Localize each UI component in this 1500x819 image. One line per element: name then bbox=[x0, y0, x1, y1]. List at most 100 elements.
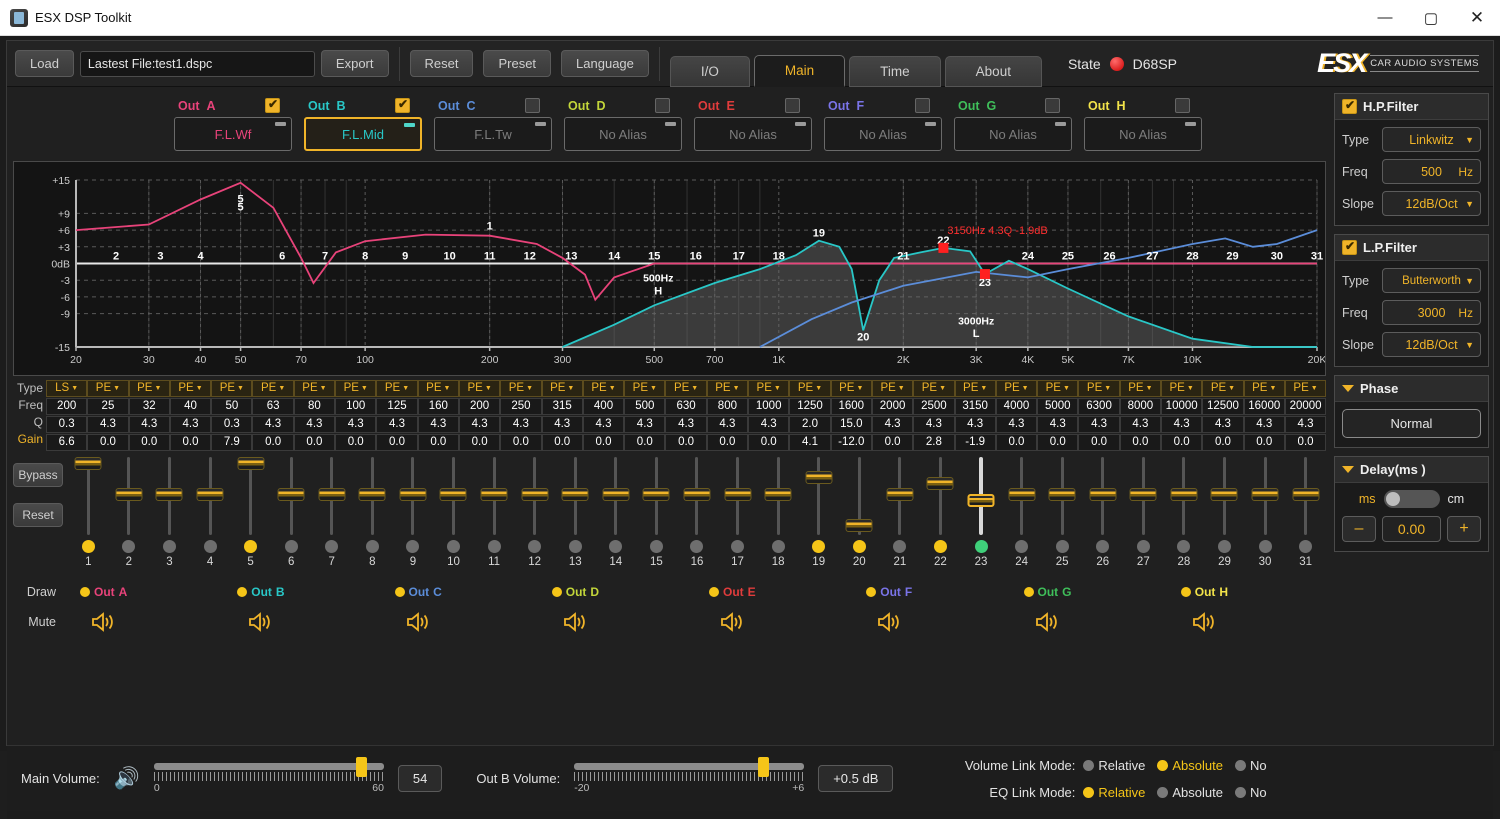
draw-toggle-dot[interactable] bbox=[80, 587, 90, 597]
output-enable-checkbox-C[interactable] bbox=[525, 98, 540, 113]
eq-slider-23[interactable]: 23 bbox=[961, 457, 1002, 577]
eq-q-24[interactable]: 4.3 bbox=[996, 416, 1037, 433]
eq-type-9[interactable]: PE▼ bbox=[376, 380, 417, 397]
draw-toggle-dot[interactable] bbox=[709, 587, 719, 597]
radio-dot[interactable] bbox=[1235, 760, 1246, 771]
eq-slider-21[interactable]: 21 bbox=[880, 457, 921, 577]
eq-slider-3[interactable]: 3 bbox=[149, 457, 190, 577]
volume-link-no[interactable]: No bbox=[1235, 758, 1267, 773]
eq-freq-15[interactable]: 500 bbox=[624, 398, 665, 415]
slider-track[interactable] bbox=[695, 457, 698, 535]
out-volume-slider[interactable]: -20 +6 bbox=[574, 763, 804, 794]
slider-indicator-dot[interactable] bbox=[1096, 540, 1109, 553]
slider-handle[interactable] bbox=[562, 488, 589, 501]
minimize-dash-icon[interactable] bbox=[1185, 122, 1196, 126]
tab-main[interactable]: Main bbox=[754, 55, 845, 87]
slider-handle[interactable] bbox=[1089, 488, 1116, 501]
eq-type-26[interactable]: PE▼ bbox=[1078, 380, 1119, 397]
out-volume-track[interactable] bbox=[574, 763, 804, 770]
slider-indicator-dot[interactable] bbox=[488, 540, 501, 553]
minimize-dash-icon[interactable] bbox=[795, 122, 806, 126]
eq-type-24[interactable]: PE▼ bbox=[996, 380, 1037, 397]
eq-slider-16[interactable]: 16 bbox=[677, 457, 718, 577]
slider-track[interactable] bbox=[655, 457, 658, 535]
eq-q-7[interactable]: 4.3 bbox=[294, 416, 335, 433]
eq-slider-17[interactable]: 17 bbox=[717, 457, 758, 577]
eq-q-2[interactable]: 4.3 bbox=[87, 416, 128, 433]
slider-indicator-dot[interactable] bbox=[1056, 540, 1069, 553]
eq-q-26[interactable]: 4.3 bbox=[1078, 416, 1119, 433]
slider-handle[interactable] bbox=[927, 477, 954, 490]
delay-unit-toggle[interactable] bbox=[1384, 490, 1440, 508]
radio-dot[interactable] bbox=[1083, 787, 1094, 798]
eq-gain-31[interactable]: 0.0 bbox=[1285, 434, 1326, 451]
slider-handle[interactable] bbox=[75, 457, 102, 470]
slider-handle[interactable] bbox=[521, 488, 548, 501]
eq-freq-24[interactable]: 4000 bbox=[996, 398, 1037, 415]
eq-q-30[interactable]: 4.3 bbox=[1244, 416, 1285, 433]
slider-handle[interactable] bbox=[440, 488, 467, 501]
eq-gain-8[interactable]: 0.0 bbox=[335, 434, 376, 451]
draw-item-D[interactable]: OutD bbox=[540, 585, 697, 599]
collapse-triangle-icon[interactable] bbox=[1342, 466, 1354, 473]
slider-handle[interactable] bbox=[1130, 488, 1157, 501]
speaker-icon[interactable] bbox=[1034, 611, 1060, 633]
slider-track[interactable] bbox=[452, 457, 455, 535]
eq-link-no[interactable]: No bbox=[1235, 785, 1267, 800]
eq-q-16[interactable]: 4.3 bbox=[665, 416, 706, 433]
minimize-dash-icon[interactable] bbox=[535, 122, 546, 126]
draw-item-F[interactable]: OutF bbox=[854, 585, 1011, 599]
eq-graph-svg[interactable]: +15+9+6+30dB-3-6-9-152030405070100200300… bbox=[14, 162, 1325, 375]
eq-slider-14[interactable]: 14 bbox=[596, 457, 637, 577]
eq-slider-2[interactable]: 2 bbox=[109, 457, 150, 577]
eq-freq-28[interactable]: 10000 bbox=[1161, 398, 1202, 415]
eq-slider-31[interactable]: 31 bbox=[1285, 457, 1326, 577]
output-enable-checkbox-F[interactable] bbox=[915, 98, 930, 113]
slider-indicator-dot[interactable] bbox=[1015, 540, 1028, 553]
output-enable-checkbox-H[interactable] bbox=[1175, 98, 1190, 113]
eq-slider-6[interactable]: 6 bbox=[271, 457, 312, 577]
slider-track[interactable] bbox=[858, 457, 861, 535]
mute-item-0[interactable] bbox=[68, 611, 225, 633]
eq-slider-5[interactable]: 5 bbox=[230, 457, 271, 577]
output-alias-B[interactable]: F.L.Mid bbox=[304, 117, 422, 151]
slider-handle[interactable] bbox=[846, 519, 873, 532]
volume-link-relative[interactable]: Relative bbox=[1083, 758, 1145, 773]
eq-slider-4[interactable]: 4 bbox=[190, 457, 231, 577]
export-button[interactable]: Export bbox=[321, 50, 389, 77]
eq-gain-25[interactable]: 0.0 bbox=[1037, 434, 1078, 451]
eq-q-27[interactable]: 4.3 bbox=[1120, 416, 1161, 433]
eq-q-15[interactable]: 4.3 bbox=[624, 416, 665, 433]
eq-slider-7[interactable]: 7 bbox=[311, 457, 352, 577]
slider-indicator-dot[interactable] bbox=[325, 540, 338, 553]
eq-gain-15[interactable]: 0.0 bbox=[624, 434, 665, 451]
eq-slider-13[interactable]: 13 bbox=[555, 457, 596, 577]
output-enable-checkbox-D[interactable] bbox=[655, 98, 670, 113]
slider-handle[interactable] bbox=[278, 488, 305, 501]
output-enable-checkbox-A[interactable] bbox=[265, 98, 280, 113]
load-button[interactable]: Load bbox=[15, 50, 74, 77]
main-volume-slider[interactable]: 0 60 bbox=[154, 763, 384, 794]
eq-freq-22[interactable]: 2500 bbox=[913, 398, 954, 415]
slider-handle[interactable] bbox=[1049, 488, 1076, 501]
eq-slider-28[interactable]: 28 bbox=[1164, 457, 1205, 577]
eq-q-28[interactable]: 4.3 bbox=[1161, 416, 1202, 433]
eq-type-16[interactable]: PE▼ bbox=[665, 380, 706, 397]
slider-indicator-dot[interactable] bbox=[690, 540, 703, 553]
main-volume-track[interactable] bbox=[154, 763, 384, 770]
output-enable-checkbox-G[interactable] bbox=[1045, 98, 1060, 113]
eq-slider-12[interactable]: 12 bbox=[514, 457, 555, 577]
eq-type-6[interactable]: PE▼ bbox=[252, 380, 293, 397]
eq-q-31[interactable]: 4.3 bbox=[1285, 416, 1326, 433]
slider-track[interactable] bbox=[1223, 457, 1226, 535]
slider-track[interactable] bbox=[898, 457, 901, 535]
hp-slope-select[interactable]: 12dB/Oct ▼ bbox=[1382, 191, 1481, 216]
language-button[interactable]: Language bbox=[561, 50, 649, 77]
main-volume-handle[interactable] bbox=[356, 757, 367, 777]
slider-indicator-dot[interactable] bbox=[1259, 540, 1272, 553]
eq-q-10[interactable]: 4.3 bbox=[418, 416, 459, 433]
lp-type-select[interactable]: Butterworth ▼ bbox=[1382, 268, 1481, 293]
minimize-icon[interactable]: — bbox=[1362, 0, 1408, 36]
slider-track[interactable] bbox=[371, 457, 374, 535]
slider-track[interactable] bbox=[249, 457, 252, 535]
